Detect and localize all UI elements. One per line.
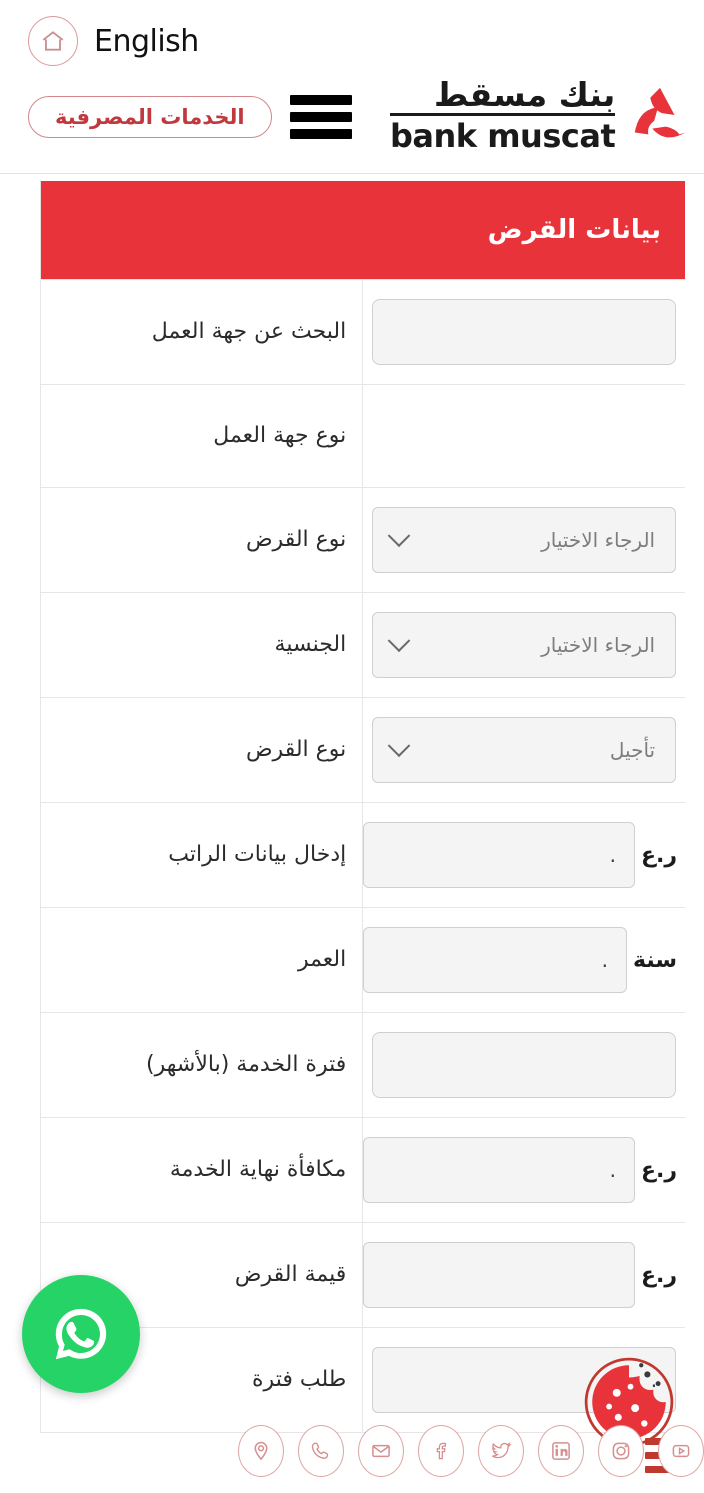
site-header: English الخدمات المصرفية بنك مسقط bank m… bbox=[0, 0, 704, 174]
logo-english-text: bank muscat bbox=[390, 117, 616, 155]
field-unit-label: ر.ع bbox=[640, 1262, 677, 1288]
select-value: تأجيل bbox=[609, 738, 656, 762]
input-value: . bbox=[609, 843, 616, 867]
control-wrapper: الرجاء الاختيار bbox=[363, 612, 685, 678]
row-label: العمر bbox=[39, 907, 364, 1013]
language-switch-link[interactable]: English bbox=[94, 24, 199, 59]
logo-wordmark: بنك مسقط bank muscat bbox=[390, 78, 616, 155]
table-header-row: بيانات القرض bbox=[40, 181, 685, 280]
loan-details-table: بيانات القرض البحث عن جهة العمل نوع جهة ا… bbox=[39, 181, 685, 1433]
row-control-cell: الرجاء الاختيار bbox=[363, 488, 685, 593]
home-icon[interactable] bbox=[28, 16, 78, 66]
bank-muscat-logo[interactable]: بنك مسقط bank muscat bbox=[390, 78, 691, 152]
row-label: مكافأة نهاية الخدمة bbox=[39, 1117, 364, 1223]
input-value: . bbox=[609, 1158, 616, 1182]
chevron-down-icon bbox=[387, 629, 411, 653]
select-field[interactable]: الرجاء الاختيار bbox=[372, 612, 677, 678]
text-input-field[interactable]: . bbox=[363, 927, 628, 993]
row-label: نوع جهة العمل bbox=[39, 384, 364, 488]
email-icon[interactable] bbox=[358, 1425, 404, 1477]
table-row: الرجاء الاختيار الجنسية bbox=[39, 592, 685, 698]
row-control-cell: سنة. bbox=[363, 908, 685, 1013]
phone-icon[interactable] bbox=[298, 1425, 344, 1477]
select-field[interactable]: الرجاء الاختيار bbox=[372, 507, 677, 573]
logo-arabic-text: بنك مسقط bbox=[390, 78, 616, 116]
field-unit-label: ر.ع bbox=[640, 842, 677, 868]
row-label: نوع القرض bbox=[39, 697, 364, 803]
row-label: نوع القرض bbox=[39, 487, 364, 593]
row-control-cell: ر.ع bbox=[363, 1223, 685, 1328]
banking-services-button[interactable]: الخدمات المصرفية bbox=[28, 96, 272, 138]
control-wrapper bbox=[363, 299, 685, 365]
loan-details-panel: بيانات القرض البحث عن جهة العمل نوع جهة ا… bbox=[39, 181, 685, 1433]
control-wrapper: سنة. bbox=[363, 927, 685, 993]
table-row: الرجاء الاختيار نوع القرض bbox=[39, 487, 685, 593]
input-value: . bbox=[601, 948, 609, 972]
social-links-bar bbox=[0, 1425, 704, 1477]
chevron-down-icon bbox=[387, 524, 411, 548]
linkedin-icon[interactable] bbox=[538, 1425, 584, 1477]
text-input-field[interactable] bbox=[372, 1032, 677, 1098]
page-root: English الخدمات المصرفية بنك مسقط bank m… bbox=[0, 0, 704, 1493]
row-control-cell: الرجاء الاختيار bbox=[363, 593, 685, 698]
row-label: فترة الخدمة (بالأشهر) bbox=[39, 1012, 364, 1118]
control-wrapper: الرجاء الاختيار bbox=[363, 507, 685, 573]
panel-title: بيانات القرض bbox=[40, 181, 685, 280]
location-pin-icon[interactable] bbox=[238, 1425, 284, 1477]
row-label: الجنسية bbox=[39, 592, 364, 698]
table-row: تأجيل نوع القرض bbox=[39, 697, 685, 803]
control-wrapper: ر.ع. bbox=[363, 1137, 685, 1203]
table-row: ر.ع. مكافأة نهاية الخدمة bbox=[39, 1117, 685, 1223]
twitter-icon[interactable] bbox=[478, 1425, 524, 1477]
table-row: نوع جهة العمل bbox=[39, 384, 685, 488]
select-field[interactable]: تأجيل bbox=[372, 717, 677, 783]
hamburger-menu-icon[interactable] bbox=[289, 95, 352, 139]
row-control-cell: ر.ع. bbox=[363, 1118, 685, 1223]
control-wrapper: تأجيل bbox=[363, 717, 685, 783]
chevron-down-icon bbox=[387, 734, 411, 758]
youtube-icon[interactable] bbox=[658, 1425, 704, 1477]
field-unit-label: سنة bbox=[633, 947, 677, 973]
header-top-row: English bbox=[28, 16, 199, 66]
logo-triskelion-icon bbox=[629, 84, 691, 146]
field-unit-label: ر.ع bbox=[640, 1157, 677, 1183]
text-input-field[interactable] bbox=[372, 299, 677, 365]
select-value: الرجاء الاختيار bbox=[541, 633, 656, 657]
control-wrapper bbox=[363, 1032, 685, 1098]
table-row: ر.ع. إدخال بيانات الراتب bbox=[39, 802, 685, 908]
header-bottom-row: الخدمات المصرفية bbox=[28, 95, 352, 139]
table-head: بيانات القرض bbox=[40, 181, 685, 280]
whatsapp-icon[interactable] bbox=[22, 1275, 140, 1393]
table-row: ر.ع قيمة القرض bbox=[39, 1222, 685, 1328]
row-control-cell bbox=[363, 280, 685, 385]
row-control-cell: تأجيل bbox=[363, 698, 685, 803]
row-label: إدخال بيانات الراتب bbox=[39, 802, 364, 908]
facebook-icon[interactable] bbox=[418, 1425, 464, 1477]
table-row: فترة الخدمة (بالأشهر) bbox=[39, 1012, 685, 1118]
row-control-cell bbox=[363, 1013, 685, 1118]
text-input-field[interactable] bbox=[363, 1242, 635, 1308]
row-control-cell bbox=[363, 385, 685, 488]
table-row: سنة. العمر bbox=[39, 907, 685, 1013]
table-row: البحث عن جهة العمل bbox=[39, 279, 685, 385]
instagram-icon[interactable] bbox=[598, 1425, 644, 1477]
text-input-field[interactable]: . bbox=[363, 1137, 635, 1203]
row-label: البحث عن جهة العمل bbox=[39, 279, 364, 385]
control-wrapper: ر.ع bbox=[363, 1242, 685, 1308]
select-value: الرجاء الاختيار bbox=[541, 528, 656, 552]
table-body: البحث عن جهة العمل نوع جهة العمل الرجاء ال… bbox=[39, 279, 685, 1433]
text-input-field[interactable]: . bbox=[363, 822, 635, 888]
row-control-cell: ر.ع. bbox=[363, 803, 685, 908]
control-wrapper: ر.ع. bbox=[363, 822, 685, 888]
